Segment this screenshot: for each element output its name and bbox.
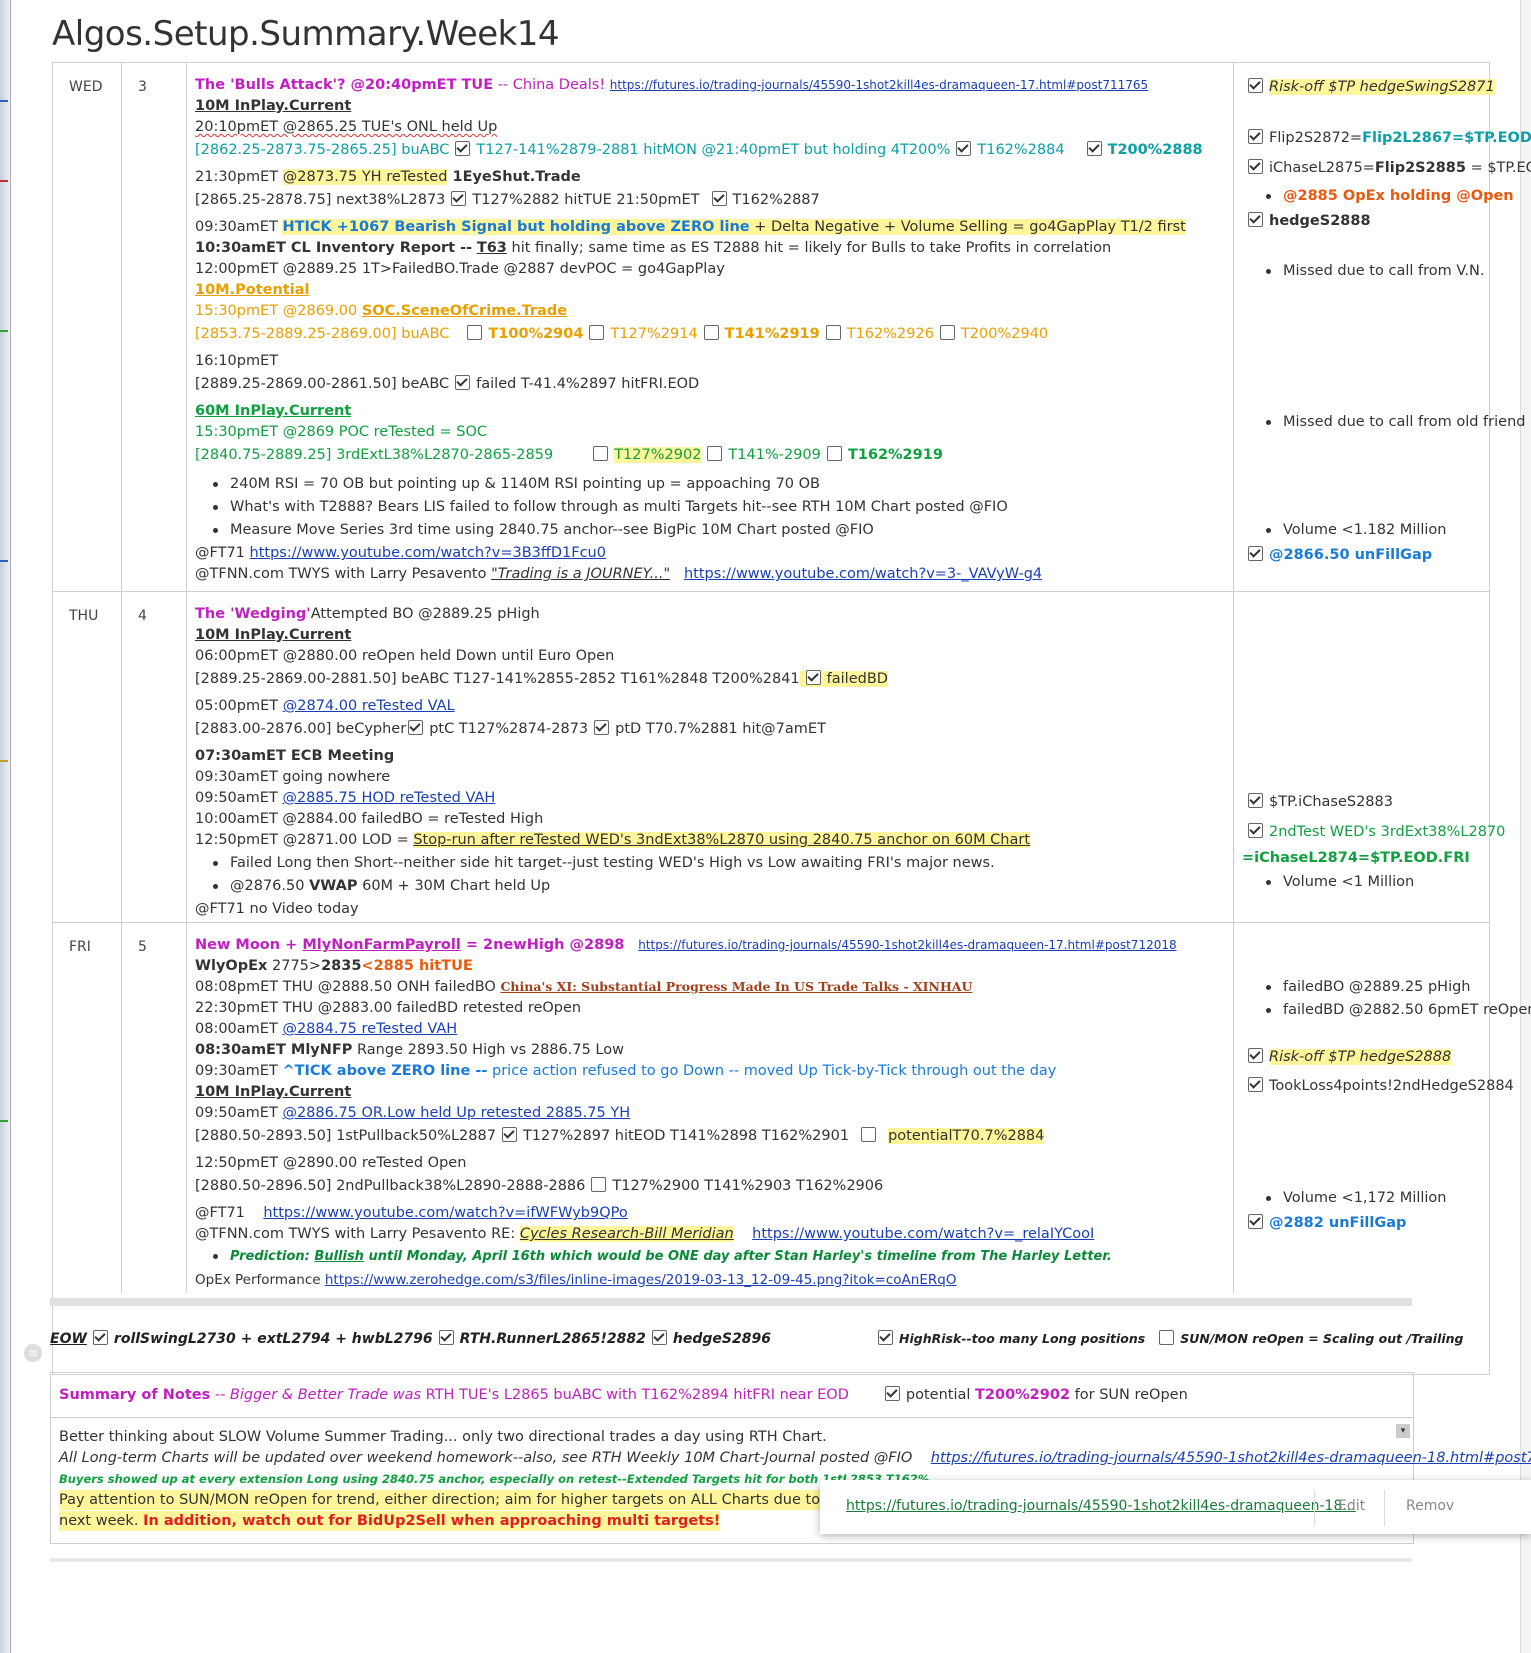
checkbox[interactable] — [1248, 546, 1263, 561]
checkbox[interactable] — [451, 191, 467, 206]
link-popup: https://futures.io/trading-journals/4559… — [820, 1480, 1531, 1534]
post-link[interactable]: https://futures.io/trading-journals/4559… — [610, 78, 1148, 92]
checkbox[interactable] — [593, 446, 609, 461]
checkbox[interactable] — [408, 720, 424, 735]
date-cell: 5 — [122, 923, 187, 1293]
checkbox[interactable] — [1248, 823, 1263, 838]
checkbox[interactable] — [591, 1177, 607, 1192]
date-cell: 3 — [122, 63, 187, 591]
checkbox[interactable] — [1248, 1077, 1263, 1092]
checkbox[interactable] — [861, 1127, 877, 1142]
checkbox[interactable] — [1248, 793, 1263, 808]
video-link[interactable]: https://www.youtube.com/watch?v=ifWFWyb9… — [263, 1205, 627, 1221]
checkbox[interactable] — [939, 325, 955, 340]
checkbox[interactable] — [1159, 1330, 1175, 1345]
scroll-down-icon[interactable]: ▾ — [1396, 1424, 1410, 1438]
notes-cell[interactable]: The 'Wedging'Attempted BO @2889.25 pHigh… — [187, 592, 1234, 922]
post-link[interactable]: https://www.zerohedge.com/s3/files/inlin… — [325, 1272, 957, 1288]
checkbox[interactable] — [707, 446, 723, 461]
video-link[interactable]: https://www.youtube.com/watch?v=3B3ffD1F… — [250, 545, 606, 561]
checkbox[interactable] — [805, 670, 821, 685]
edit-button[interactable]: Edit — [1338, 1498, 1365, 1514]
row-thu: THU 4 The 'Wedging'Attempted BO @2889.25… — [53, 592, 1505, 923]
collapse-icon[interactable]: ≡ — [24, 1344, 42, 1362]
checkbox[interactable] — [1248, 1214, 1263, 1229]
page-title: Algos.Setup.Summary.Week14 — [52, 14, 560, 54]
checkbox[interactable] — [467, 325, 483, 340]
week-table: WED 3 The 'Bulls Attack'? @20:40pmET TUE… — [52, 62, 1531, 1375]
checkbox[interactable] — [651, 1330, 667, 1345]
date-cell: 4 — [122, 592, 187, 922]
notes-cell[interactable]: New Moon + MlyNonFarmPayroll = 2newHigh … — [187, 923, 1234, 1293]
video-link[interactable]: https://www.youtube.com/watch?v=_relaIYC… — [752, 1226, 1094, 1242]
post-link[interactable]: https://futures.io/trading-journals/4559… — [931, 1450, 1531, 1466]
video-link[interactable]: https://www.youtube.com/watch?v=3-_VAVyW… — [684, 566, 1042, 582]
post-link[interactable]: https://futures.io/trading-journals/4559… — [638, 938, 1176, 952]
day-cell: THU — [53, 592, 122, 922]
sidebar-notes-cell[interactable]: failedBO @2889.25 pHigh failedBD @2882.5… — [1234, 923, 1531, 1293]
eow-risk[interactable]: HighRisk--too many Long positions SUN/MON… — [872, 1330, 1463, 1346]
divider — [50, 1558, 1412, 1562]
row-wed: WED 3 The 'Bulls Attack'? @20:40pmET TUE… — [53, 63, 1531, 592]
checkbox[interactable] — [501, 1127, 517, 1142]
checkbox[interactable] — [589, 325, 605, 340]
checkbox[interactable] — [1248, 212, 1263, 227]
sidebar-notes-cell[interactable]: Risk-off $TP hedgeSwingS2871 Flip2S2872=… — [1234, 63, 1531, 591]
checkbox[interactable] — [956, 141, 972, 156]
checkbox[interactable] — [1248, 129, 1263, 144]
notes-cell[interactable]: The 'Bulls Attack'? @20:40pmET TUE -- Ch… — [187, 63, 1234, 591]
right-window-edge — [1520, 0, 1531, 1653]
checkbox[interactable] — [884, 1386, 900, 1401]
sidebar-notes-cell[interactable]: $TP.iChaseS2883 2ndTest WED's 3rdExt38%L… — [1234, 592, 1505, 922]
day-cell: WED — [53, 63, 122, 591]
popup-link[interactable]: https://futures.io/trading-journals/4559… — [846, 1498, 1356, 1514]
checkbox[interactable] — [1248, 1048, 1263, 1063]
divider — [50, 1298, 1412, 1306]
day-cell: FRI — [53, 923, 122, 1293]
checkbox[interactable] — [711, 191, 727, 206]
checkbox[interactable] — [825, 325, 841, 340]
row-fri: FRI 5 New Moon + MlyNonFarmPayroll = 2ne… — [53, 923, 1531, 1293]
checkbox[interactable] — [438, 1330, 454, 1345]
left-window-edge — [0, 0, 11, 1653]
checkbox[interactable] — [1086, 141, 1102, 156]
checkbox[interactable] — [826, 446, 842, 461]
checkbox[interactable] — [92, 1330, 108, 1345]
checkbox[interactable] — [594, 720, 610, 735]
checkbox[interactable] — [455, 375, 471, 390]
summary-header: Summary of Notes -- Bigger & Better Trad… — [51, 1373, 1413, 1418]
eow-line[interactable]: EOW rollSwingL2730 + extL2794 + hwbL2796 R… — [50, 1330, 771, 1347]
checkbox[interactable] — [1248, 78, 1263, 93]
checkbox[interactable] — [703, 325, 719, 340]
checkbox[interactable] — [1248, 159, 1263, 174]
checkbox[interactable] — [878, 1330, 893, 1345]
remove-button[interactable]: Remov — [1406, 1498, 1454, 1514]
checkbox[interactable] — [455, 141, 471, 156]
